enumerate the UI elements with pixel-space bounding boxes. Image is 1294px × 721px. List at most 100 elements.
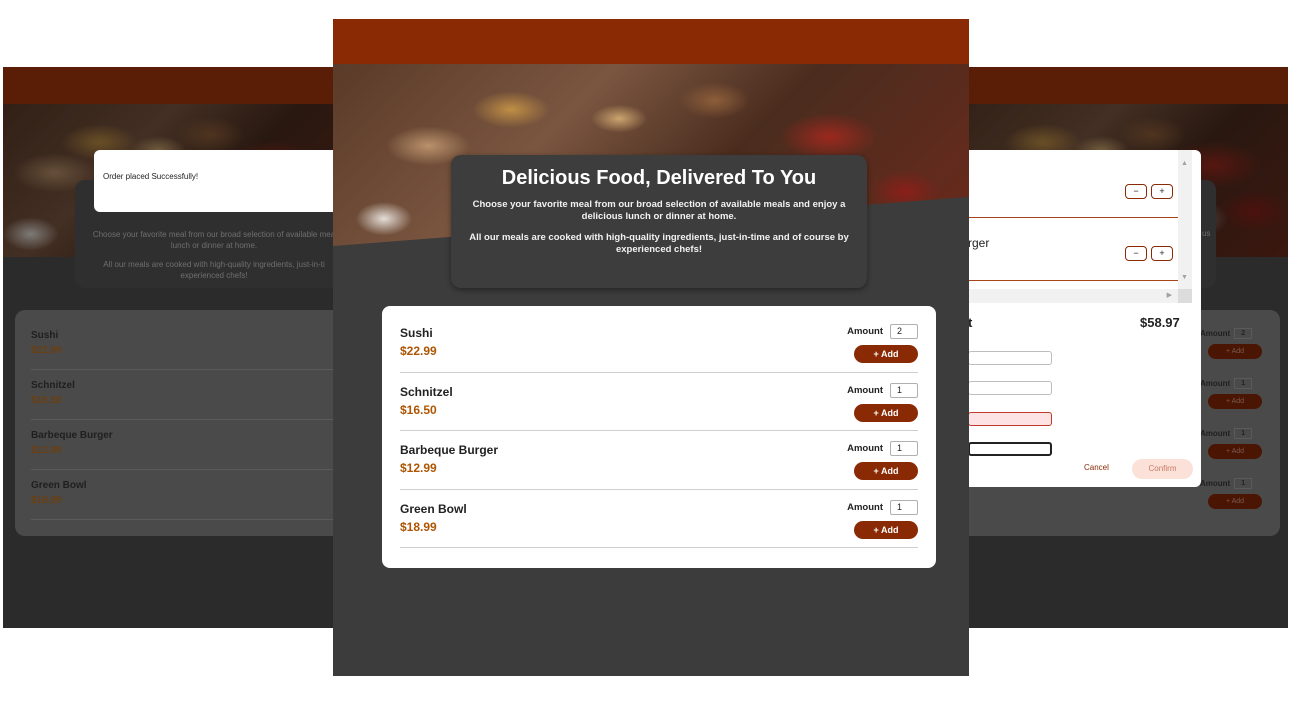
total-amount: $58.97 — [1140, 315, 1180, 330]
amount-label: Amount — [847, 326, 883, 337]
amount-group: Amount 1 — [1200, 428, 1264, 439]
hero-paragraph-1: Choose your favorite meal from our broad… — [472, 199, 846, 222]
meal-name: Barbeque Burger — [400, 443, 499, 457]
amount-group: Amount 2 — [847, 324, 918, 339]
increase-button[interactable]: + — [1151, 246, 1173, 261]
cart-modal: − + rger − + ▲ ▼ ▶ t $58.97 Cancel Confi… — [968, 150, 1201, 487]
left-hero-text-1: Choose your favorite meal from our broad… — [92, 230, 336, 239]
hero-summary-card: Delicious Food, Delivered To You Choose … — [451, 155, 867, 288]
add-button[interactable]: + Add — [854, 462, 918, 480]
decrease-button[interactable]: − — [1125, 246, 1147, 261]
right-meal-controls: Amount 1 + Add — [1200, 478, 1264, 509]
meal-item: Sushi $22.99 Amount 2 + Add — [400, 314, 918, 373]
scroll-right-icon[interactable]: ▶ — [1167, 291, 1172, 299]
left-hero-text-1b: lunch or dinner at home. — [170, 241, 258, 250]
left-meal-row: Sushi $22.99 — [31, 320, 339, 370]
right-meal-controls: Amount 1 + Add — [1200, 428, 1264, 459]
meal-price: $12.99 — [31, 445, 62, 456]
checkout-field[interactable] — [968, 381, 1052, 395]
add-button[interactable]: + Add — [1208, 344, 1262, 359]
scroll-up-icon[interactable]: ▲ — [1181, 160, 1188, 167]
left-meal-row: Barbeque Burger $12.99 — [31, 420, 339, 470]
meal-price: $22.99 — [31, 345, 62, 356]
meal-item: Schnitzel $16.50 Amount 1 + Add — [400, 373, 918, 431]
amount-input[interactable]: 1 — [1234, 478, 1253, 489]
screenshot-stage: Choose your favorite meal from our broad… — [0, 0, 1294, 721]
cancel-button[interactable]: Cancel — [1084, 463, 1109, 472]
amount-label: Amount — [1200, 329, 1231, 338]
left-hero-text-2b: experienced chefs! — [180, 271, 248, 280]
checkout-field[interactable] — [968, 351, 1052, 365]
cart-items-scroll[interactable]: − + rger − + — [968, 150, 1178, 290]
amount-label: Amount — [847, 501, 883, 513]
meal-price: $22.99 — [400, 344, 437, 358]
decrease-button[interactable]: − — [1125, 184, 1147, 199]
right-header-bar — [948, 67, 1288, 104]
meal-price: $16.50 — [31, 395, 62, 406]
success-toast: Order placed Successfully! — [94, 150, 348, 212]
amount-group: Amount 1 — [847, 499, 918, 515]
left-header-bar — [3, 67, 348, 104]
left-meal-list: Sushi $22.99 Schnitzel $16.50 Barbeque B… — [15, 310, 348, 536]
meal-name: Green Bowl — [31, 480, 87, 491]
amount-input[interactable]: 1 — [1234, 378, 1253, 389]
amount-group: Amount 1 — [1200, 378, 1264, 389]
meal-name: Schnitzel — [400, 384, 453, 399]
amount-label: Amount — [1200, 479, 1231, 488]
meal-name: Sushi — [400, 326, 433, 340]
scroll-down-icon[interactable]: ▼ — [1181, 274, 1188, 281]
meal-name: Green Bowl — [400, 501, 467, 516]
hero-title: Delicious Food, Delivered To You — [501, 167, 817, 189]
amount-group: Amount 1 — [847, 382, 918, 398]
main-app-panel: Delicious Food, Delivered To You Choose … — [333, 19, 969, 676]
meals-list: Sushi $22.99 Amount 2 + Add Schnitzel $1… — [382, 306, 936, 568]
amount-group: Amount 1 — [847, 441, 918, 456]
add-button[interactable]: + Add — [854, 520, 918, 539]
add-button[interactable]: + Add — [854, 345, 918, 363]
amount-label: Amount — [847, 384, 883, 396]
increase-button[interactable]: + — [1151, 184, 1173, 199]
left-meal-row: Schnitzel $16.50 — [31, 370, 339, 420]
amount-label: Amount — [1200, 379, 1231, 388]
amount-group: Amount 2 — [1200, 328, 1264, 339]
meal-name: Schnitzel — [31, 380, 75, 391]
right-meal-controls: Amount 2 + Add — [1200, 328, 1264, 359]
meal-item: Barbeque Burger $12.99 Amount 1 + Add — [400, 431, 918, 490]
cart-item: rger − + — [968, 218, 1178, 281]
add-button[interactable]: + Add — [1208, 444, 1262, 459]
amount-input[interactable]: 1 — [890, 499, 918, 515]
scrollbar-corner — [1178, 289, 1192, 303]
amount-input[interactable]: 1 — [890, 441, 918, 456]
right-hero-text: us — [1202, 229, 1211, 238]
amount-label: Amount — [1200, 429, 1231, 438]
meal-item: Green Bowl $18.99 Amount 1 + Add — [400, 490, 918, 548]
vertical-scrollbar[interactable]: ▲ ▼ — [1178, 150, 1192, 290]
amount-group: Amount 1 — [1200, 478, 1264, 489]
add-button[interactable]: + Add — [1208, 394, 1262, 409]
cart-item: − + — [968, 150, 1178, 218]
right-meal-controls: Amount 1 + Add — [1200, 378, 1264, 409]
amount-input[interactable]: 1 — [890, 382, 918, 398]
confirm-button[interactable]: Confirm — [1132, 459, 1193, 479]
amount-input[interactable]: 1 — [1234, 428, 1253, 439]
add-button[interactable]: + Add — [1208, 494, 1262, 509]
cart-item-name: rger — [968, 236, 990, 250]
meal-price: $12.99 — [400, 461, 437, 475]
checkout-field-invalid[interactable] — [968, 412, 1052, 426]
amount-label: Amount — [847, 443, 883, 454]
header-bar — [333, 19, 969, 64]
checkout-field-focused[interactable] — [968, 442, 1052, 456]
horizontal-scrollbar[interactable]: ▶ — [968, 289, 1178, 303]
add-button[interactable]: + Add — [854, 403, 918, 422]
meal-price: $16.50 — [400, 402, 437, 417]
left-hero-text-2: All our meals are cooked with high-quali… — [103, 260, 325, 269]
toast-message: Order placed Successfully! — [103, 172, 199, 181]
meal-name: Sushi — [31, 330, 59, 341]
meal-price: $18.99 — [400, 519, 437, 534]
hero-paragraph-2: All our meals are cooked with high-quali… — [469, 232, 849, 255]
meal-price: $18.99 — [31, 495, 62, 506]
left-meal-row: Green Bowl $18.99 — [31, 470, 339, 520]
amount-input[interactable]: 2 — [890, 324, 918, 339]
meal-name: Barbeque Burger — [31, 430, 113, 441]
amount-input[interactable]: 2 — [1234, 328, 1253, 339]
